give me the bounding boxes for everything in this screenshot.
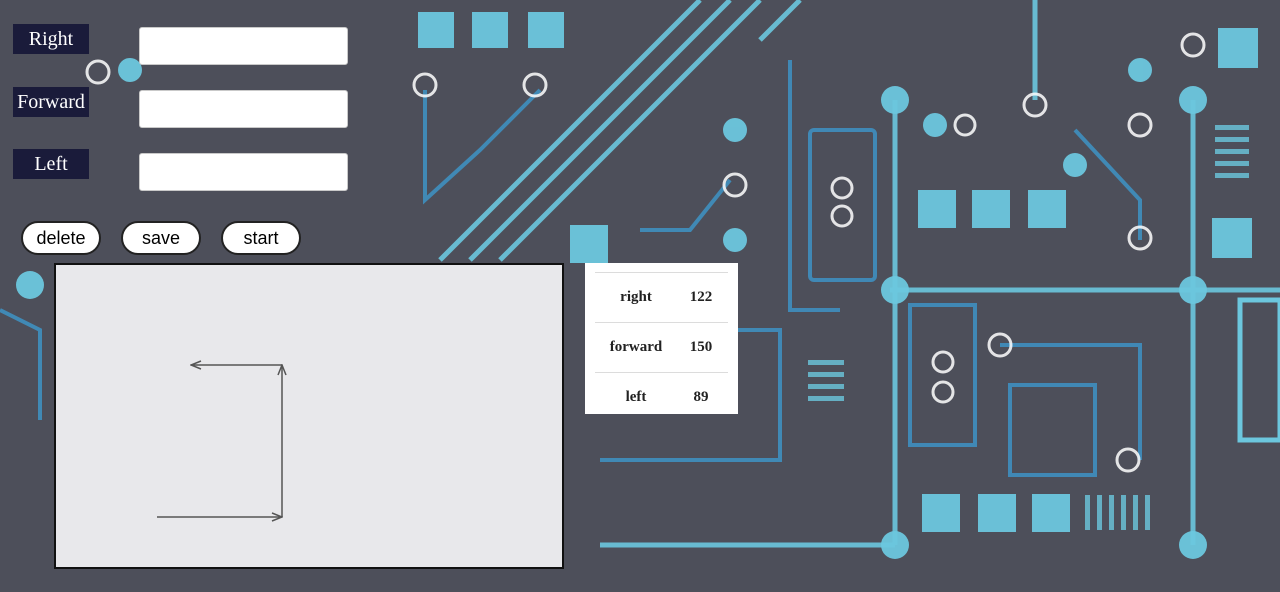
right-label: Right	[13, 24, 89, 54]
command-value: 122	[689, 289, 713, 305]
path-drawing	[157, 265, 562, 567]
start-button[interactable]: start	[221, 221, 301, 255]
command-value: 150	[689, 339, 713, 355]
table-row: left 89	[595, 372, 728, 422]
command-name: forward	[609, 339, 663, 355]
forward-label: Forward	[13, 87, 89, 117]
table-row: forward 150	[595, 322, 728, 372]
delete-button[interactable]: delete	[21, 221, 101, 255]
command-name: right	[620, 289, 652, 305]
left-input[interactable]	[139, 153, 348, 191]
right-input[interactable]	[139, 27, 348, 65]
command-value: 89	[693, 389, 709, 405]
command-name: left	[625, 389, 647, 405]
drawing-canvas[interactable]	[54, 263, 564, 569]
left-label: Left	[13, 149, 89, 179]
save-button[interactable]: save	[121, 221, 201, 255]
table-row: right 122	[595, 272, 728, 322]
command-table: right 122 forward 150 left 89	[585, 263, 738, 414]
forward-input[interactable]	[139, 90, 348, 128]
